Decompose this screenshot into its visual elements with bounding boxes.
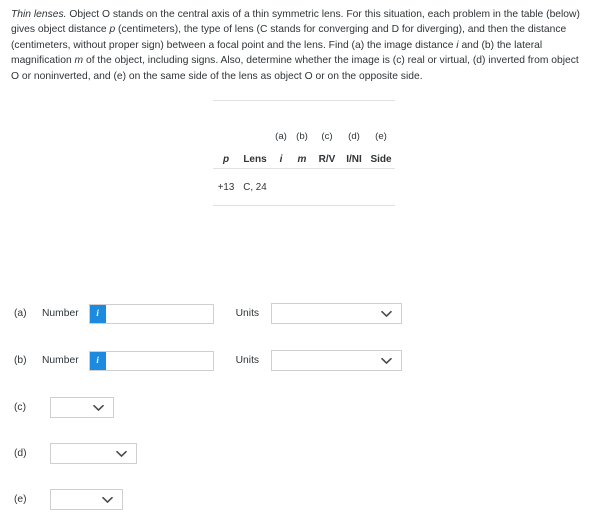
units-select-b[interactable]: [271, 350, 403, 371]
column-header-m: m: [297, 154, 307, 165]
lens-data-table-body: +13 C, 24: [213, 169, 395, 205]
answer-row-e: (e): [14, 489, 123, 510]
choice-select-e[interactable]: [50, 489, 123, 510]
lens-data-table-container: (a) (b) (c) (d) (e) p Lens i m R/V I/NI …: [213, 100, 395, 206]
cell-rv: [313, 169, 341, 205]
lens-data-table: (a) (b) (c) (d) (e) p Lens i m R/V I/NI …: [213, 101, 395, 168]
answer-row-c: (c): [14, 397, 114, 418]
problem-text-4: of the object, including signs. Also, de…: [11, 55, 579, 82]
cell-lens: C, 24: [243, 181, 267, 193]
variable-m: m: [74, 55, 84, 67]
column-header-side: Side: [370, 154, 392, 165]
chevron-down-icon: [93, 404, 104, 411]
table-row: +13 C, 24: [213, 169, 395, 205]
cell-ini: [341, 169, 367, 205]
cell-p: +13: [217, 181, 235, 193]
info-icon[interactable]: i: [89, 304, 106, 323]
group-header-cell-c: (c): [321, 131, 333, 142]
group-header-cell-1: [239, 101, 271, 142]
group-header-cell-0: [213, 101, 239, 142]
answer-part-label-e: (e): [14, 494, 27, 505]
answer-row-b: (b) Number i Units: [14, 350, 403, 371]
column-header-ini: I/NI: [346, 154, 362, 165]
chevron-down-icon: [116, 450, 127, 457]
answer-row-d: (d): [14, 443, 137, 464]
units-label-b: Units: [235, 355, 260, 366]
number-input-group-a[interactable]: i: [88, 303, 214, 324]
number-input-a[interactable]: [105, 304, 213, 323]
column-header-p: p: [222, 154, 230, 165]
answer-part-label-d: (d): [14, 448, 27, 459]
column-header-lens: Lens: [243, 154, 267, 165]
group-header-cell-d: (d): [348, 131, 360, 142]
chevron-down-icon: [102, 496, 113, 503]
number-input-b[interactable]: [105, 351, 213, 370]
problem-statement: Thin lenses. Object O stands on the cent…: [11, 7, 583, 84]
choice-select-c[interactable]: [50, 397, 114, 418]
column-header-rv: R/V: [318, 154, 336, 165]
answer-row-a: (a) Number i Units: [14, 303, 403, 324]
answer-part-label-a: (a): [14, 308, 27, 319]
number-label-b: Number: [42, 355, 79, 366]
info-icon[interactable]: i: [89, 351, 106, 370]
number-input-group-b[interactable]: i: [88, 350, 214, 371]
units-select-a[interactable]: [271, 303, 403, 324]
chevron-down-icon: [381, 310, 392, 317]
column-header-i: i: [279, 154, 283, 165]
answer-part-label-b: (b): [14, 355, 27, 366]
group-header-cell-b: (b): [296, 131, 308, 142]
choice-select-d[interactable]: [50, 443, 137, 464]
units-label-a: Units: [235, 308, 260, 319]
cell-side: [367, 169, 395, 205]
table-bottom-rule: [213, 205, 395, 206]
cell-i: [271, 169, 291, 205]
cell-m: [291, 169, 313, 205]
group-header-cell-a: (a): [275, 131, 287, 142]
number-label-a: Number: [42, 308, 79, 319]
chevron-down-icon: [381, 357, 392, 364]
problem-topic-label: Thin lenses.: [11, 9, 67, 20]
table-group-header-row: (a) (b) (c) (d) (e): [213, 101, 395, 142]
table-column-header-row: p Lens i m R/V I/NI Side: [213, 142, 395, 168]
group-header-cell-e: (e): [375, 131, 387, 142]
answer-part-label-c: (c): [14, 402, 27, 413]
